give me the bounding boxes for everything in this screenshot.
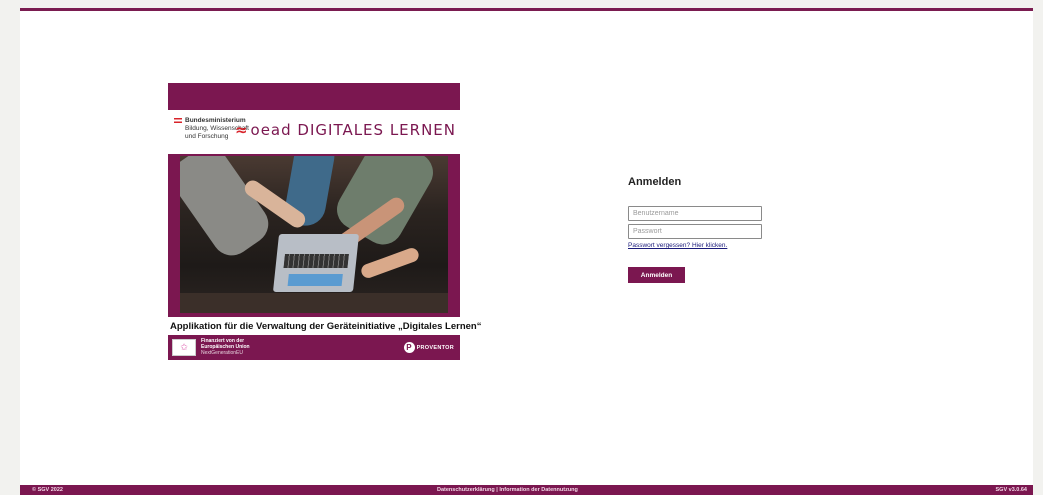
hero-photo bbox=[180, 156, 448, 313]
page-container: Bundesministerium Bildung, Wissenschaft … bbox=[20, 8, 1033, 485]
banner-header-bar bbox=[168, 83, 460, 110]
austria-flag-icon bbox=[174, 117, 182, 123]
eu-funding-text: Finanziert von der Europäischen Union Ne… bbox=[201, 338, 250, 356]
username-input[interactable] bbox=[628, 206, 762, 221]
data-usage-link[interactable]: Information der Datennutzung bbox=[499, 487, 578, 493]
promo-banner: Bundesministerium Bildung, Wissenschaft … bbox=[168, 83, 482, 367]
footer-separator: | bbox=[496, 487, 498, 493]
photo-frame bbox=[168, 154, 460, 317]
oead-mark-icon: ≈ bbox=[234, 121, 249, 139]
page-footer: © SGV 2022 Datenschutzerklärung | Inform… bbox=[20, 485, 1033, 495]
oead-logo: ≈ oead DIGITALES LERNEN bbox=[234, 121, 456, 139]
privacy-link[interactable]: Datenschutzerklärung bbox=[437, 487, 495, 493]
login-button[interactable]: Anmelden bbox=[628, 267, 685, 283]
app-title: Applikation für die Verwaltung der Gerät… bbox=[170, 321, 482, 332]
eu-flag-icon: ✩ bbox=[172, 339, 196, 356]
password-input[interactable] bbox=[628, 224, 762, 239]
login-title: Anmelden bbox=[628, 176, 682, 188]
copyright-text: © SGV 2022 bbox=[32, 487, 63, 493]
proventor-logo: P PROVENTOR bbox=[403, 342, 454, 353]
proventor-icon: P bbox=[403, 342, 415, 353]
forgot-password-link[interactable]: Passwort vergessen? Hier klicken. bbox=[628, 242, 798, 249]
version-text: SGV v3.0.64 bbox=[995, 487, 1028, 493]
footer-links: Datenschutzerklärung | Information der D… bbox=[437, 487, 578, 493]
logo-row: Bundesministerium Bildung, Wissenschaft … bbox=[168, 110, 460, 154]
banner-footer: ✩ Finanziert von der Europäischen Union … bbox=[168, 335, 460, 360]
laptop-image bbox=[272, 234, 360, 292]
login-form: Anmelden Passwort vergessen? Hier klicke… bbox=[628, 176, 798, 283]
